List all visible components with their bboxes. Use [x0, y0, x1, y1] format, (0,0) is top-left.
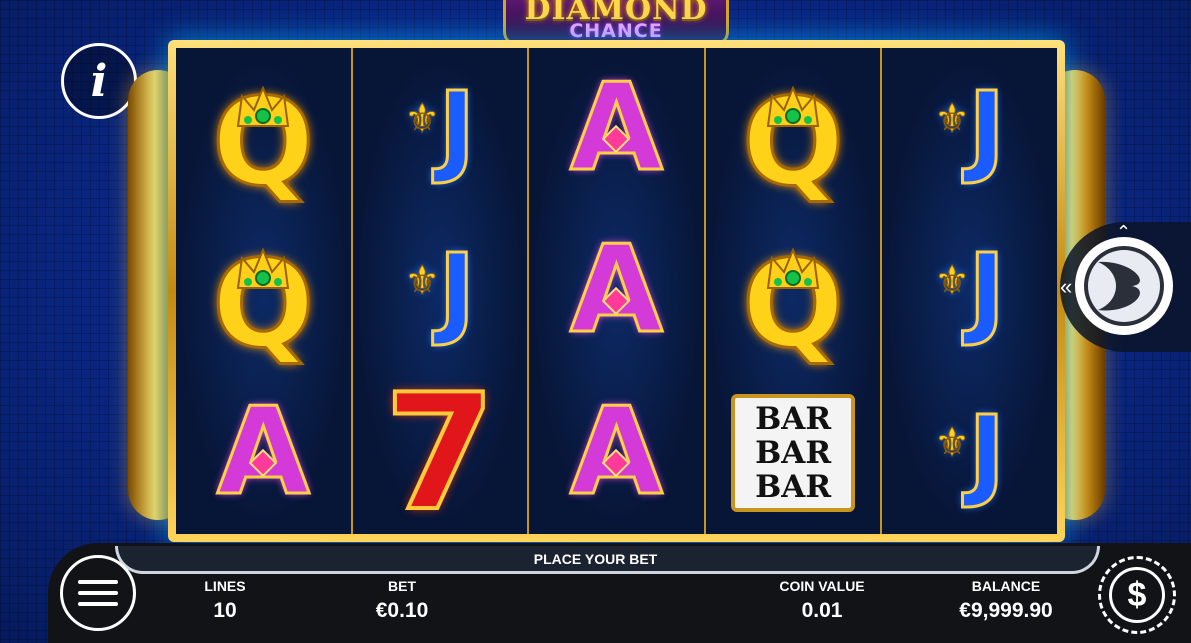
balance-value: €9,999.90	[959, 599, 1053, 622]
reel-cell: ⚜ J	[882, 372, 1057, 534]
fleur-de-lis-icon: ⚜	[404, 258, 441, 304]
seven-symbol: 7	[382, 371, 497, 535]
jack-symbol: ⚜ J	[404, 77, 477, 180]
ace-symbol: A	[215, 391, 311, 514]
crown-icon	[234, 194, 292, 289]
info-icon: i	[90, 55, 108, 107]
reel-cell: A	[529, 372, 704, 534]
coin-value-label: COIN VALUE	[779, 578, 865, 594]
place-bet-prompt: PLACE YOUR BET	[533, 551, 658, 567]
jack-symbol: ⚜ J	[934, 77, 1007, 180]
reel-cell: 7	[353, 371, 528, 535]
dollar-icon: $	[1109, 567, 1165, 623]
fleur-de-lis-icon: ⚜	[934, 96, 971, 142]
jack-symbol: ⚜ J	[934, 239, 1007, 342]
crown-icon	[764, 194, 822, 289]
info-button[interactable]: i	[61, 43, 137, 119]
coin-value-value: 0.01	[801, 599, 843, 622]
menu-button[interactable]	[60, 555, 136, 631]
lines-stat[interactable]: LINES 10	[180, 578, 270, 623]
reel-2: ⚜ J ⚜ J 7	[352, 48, 530, 535]
crown-icon	[764, 32, 822, 127]
ace-symbol: A	[569, 67, 665, 190]
lines-label: LINES	[204, 578, 246, 594]
jack-letter: J	[967, 232, 1007, 349]
queen-symbol: Q	[741, 82, 846, 205]
bet-label: BET	[388, 578, 416, 594]
jack-letter: J	[967, 394, 1007, 511]
reel-4: Q Q BAR BAR BAR	[705, 48, 883, 534]
jack-letter: J	[437, 70, 477, 187]
double-chevron-left-icon[interactable]: «	[1060, 274, 1072, 300]
reel-1: QQA	[176, 48, 353, 534]
reel-cell: Q	[706, 48, 881, 210]
ace-symbol: A	[569, 229, 665, 352]
jack-symbol: ⚜ J	[404, 239, 477, 342]
queen-symbol: Q	[211, 82, 316, 205]
seven-digit: 7	[382, 359, 497, 546]
fleur-de-lis-icon: ⚜	[934, 258, 971, 304]
fleur-de-lis-icon: ⚜	[404, 96, 441, 142]
balance-stat: BALANCE €9,999.90	[942, 578, 1070, 623]
balance-label: BALANCE	[971, 578, 1041, 594]
reel-5: ⚜ J ⚜ J ⚜ J	[882, 48, 1057, 534]
fleur-de-lis-icon: ⚜	[934, 420, 971, 466]
bet-settings-button[interactable]: $	[1098, 556, 1176, 634]
queen-symbol: Q	[741, 244, 846, 367]
spin-icon	[1084, 246, 1164, 326]
reel-cell: A	[529, 48, 704, 210]
reel-grid: QQA⚜J⚜J7AAAQQBARBARBAR⚜J⚜J⚜J	[176, 48, 1057, 535]
hamburger-icon	[78, 580, 118, 606]
crown-icon	[234, 32, 292, 127]
reel-cell: ⚜ J	[882, 210, 1057, 372]
bet-value: €0.10	[375, 599, 429, 622]
ace-symbol: A	[569, 391, 665, 514]
queen-symbol: Q	[211, 244, 316, 367]
bar-symbol: BAR BAR BAR	[731, 394, 856, 512]
bar-text: BAR	[755, 400, 832, 437]
reel-cell: Q	[706, 210, 881, 372]
coin-value-stat[interactable]: COIN VALUE 0.01	[762, 578, 882, 623]
bar-text: BAR	[755, 434, 832, 471]
jack-letter: J	[437, 232, 477, 349]
spin-button[interactable]	[1075, 237, 1173, 335]
bar-text: BAR	[755, 468, 832, 505]
reel-cell: ⚜ J	[353, 210, 528, 372]
reel-cell: BAR BAR BAR	[706, 372, 881, 534]
reel-cell: ⚜ J	[882, 48, 1057, 210]
reel-3: AAA	[529, 48, 706, 534]
jack-symbol: ⚜ J	[934, 401, 1007, 504]
bet-stat[interactable]: BET €0.10	[352, 578, 452, 623]
reel-cell: Q	[176, 210, 351, 372]
lines-value: 10	[213, 599, 237, 622]
jack-letter: J	[967, 70, 1007, 187]
reel-cell: ⚜ J	[353, 48, 528, 210]
reel-cell: A	[176, 372, 351, 534]
reel-cell: A	[529, 210, 704, 372]
reel-cell: Q	[176, 48, 351, 210]
